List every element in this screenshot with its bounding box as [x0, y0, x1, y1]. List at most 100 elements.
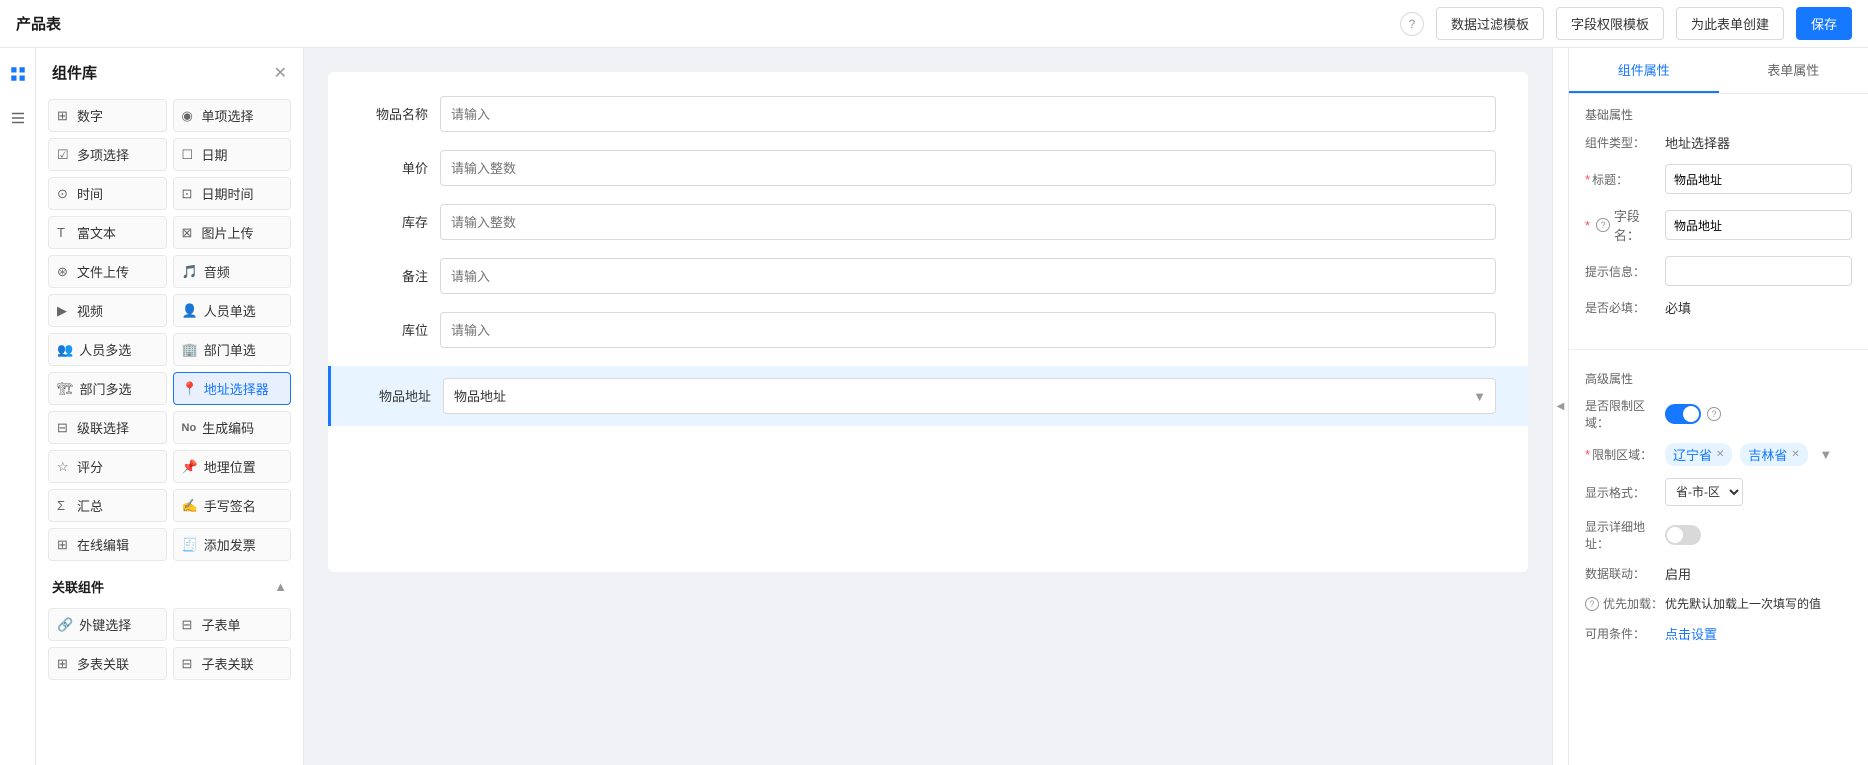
panel-row-title: *标题：	[1585, 164, 1852, 194]
component-online-edit-label: 在线编辑	[77, 535, 129, 554]
filter-template-button[interactable]: 数据过滤模板	[1436, 7, 1544, 40]
priority-load-label-wrapper: ? 优先加载：	[1585, 595, 1665, 612]
component-rich-text-label: 富文本	[77, 223, 116, 242]
tag-liaoning-text: 辽宁省	[1673, 445, 1712, 464]
component-person-multi[interactable]: 👥 人员多选	[48, 333, 167, 366]
component-dept-multi[interactable]: 🏗 部门多选	[48, 372, 167, 405]
priority-load-value: 优先默认加载上一次填写的值	[1665, 595, 1852, 612]
display-format-select[interactable]: 省-市-区	[1665, 478, 1743, 506]
component-image-upload[interactable]: ⊠ 图片上传	[173, 216, 292, 249]
show-detail-label: 显示详细地址：	[1585, 518, 1665, 552]
component-audio[interactable]: 🎵 音频	[173, 255, 292, 288]
component-foreign-key[interactable]: 🔗 外键选择	[48, 608, 167, 641]
address-select[interactable]: 物品地址	[443, 378, 1496, 414]
component-multi-table[interactable]: ⊞ 多表关联	[48, 647, 167, 680]
audio-icon: 🎵	[182, 264, 198, 280]
address-select-wrapper: 物品地址 ▼	[443, 378, 1496, 414]
component-person-single[interactable]: 👤 人员单选	[173, 294, 292, 327]
show-detail-toggle[interactable]	[1665, 525, 1701, 545]
component-signature[interactable]: ✍ 手写签名	[173, 489, 292, 522]
component-video[interactable]: ▶ 视频	[48, 294, 167, 327]
condition-link[interactable]: 点击设置	[1665, 624, 1717, 643]
input-location[interactable]	[440, 312, 1496, 348]
restrict-region-tags-container: 辽宁省 ✕ 吉林省 ✕ ▼	[1665, 443, 1852, 466]
multi-select-icon: ☑	[57, 147, 71, 163]
related-section-title: 关联组件	[52, 577, 104, 596]
panel-toggle-handle[interactable]: ◀	[1552, 48, 1568, 765]
title-label: *标题：	[1585, 171, 1665, 188]
component-multi-select[interactable]: ☑ 多项选择	[48, 138, 167, 171]
component-sidebar: 组件库 ✕ ⊞ 数字 ◉ 单项选择 ☑ 多项选择 ☐ 日期 ⊙ 时间	[36, 48, 304, 765]
component-number[interactable]: ⊞ 数字	[48, 99, 167, 132]
priority-load-help-icon[interactable]: ?	[1585, 597, 1599, 611]
component-file-upload[interactable]: ⊛ 文件上传	[48, 255, 167, 288]
component-gen-code[interactable]: No 生成编码	[173, 411, 292, 444]
component-online-edit[interactable]: ⊞ 在线编辑	[48, 528, 167, 561]
restrict-region-help-icon[interactable]: ?	[1707, 407, 1721, 421]
component-date[interactable]: ☐ 日期	[173, 138, 292, 171]
related-collapse-icon[interactable]: ▲	[274, 579, 287, 594]
component-rich-text[interactable]: T 富文本	[48, 216, 167, 249]
input-name[interactable]	[440, 96, 1496, 132]
tag-jilin-close[interactable]: ✕	[1791, 449, 1799, 460]
input-remark[interactable]	[440, 258, 1496, 294]
hint-input[interactable]	[1665, 256, 1852, 286]
component-grid: ⊞ 数字 ◉ 单项选择 ☑ 多项选择 ☐ 日期 ⊙ 时间 ⊡ 日期时间	[36, 93, 303, 567]
component-sub-form[interactable]: ⊟ 子表单	[173, 608, 292, 641]
component-single-select[interactable]: ◉ 单项选择	[173, 99, 292, 132]
component-time[interactable]: ⊙ 时间	[48, 177, 167, 210]
input-stock[interactable]	[440, 204, 1496, 240]
help-button[interactable]: ?	[1400, 12, 1424, 36]
title-input[interactable]	[1665, 164, 1852, 194]
dept-single-icon: 🏢	[182, 342, 198, 358]
save-button[interactable]: 保存	[1796, 7, 1852, 40]
component-address[interactable]: 📍 地址选择器	[173, 372, 292, 405]
component-rating-label: 评分	[77, 457, 103, 476]
component-datetime[interactable]: ⊡ 日期时间	[173, 177, 292, 210]
data-linkage-value: 启用	[1665, 564, 1852, 583]
field-perm-button[interactable]: 字段权限模板	[1556, 7, 1664, 40]
component-foreign-key-label: 外键选择	[79, 615, 131, 634]
component-sub-relation-label: 子表关联	[202, 654, 254, 673]
data-icon-btn[interactable]	[4, 104, 32, 132]
form-area: 物品名称 单价 库存 备注 库位	[304, 48, 1552, 765]
tab-form-props[interactable]: 表单属性	[1719, 48, 1868, 93]
component-summary[interactable]: Σ 汇总	[48, 489, 167, 522]
component-dept-single[interactable]: 🏢 部门单选	[173, 333, 292, 366]
time-icon: ⊙	[57, 186, 71, 202]
create-form-button[interactable]: 为此表单创建	[1676, 7, 1784, 40]
tag-liaoning-close[interactable]: ✕	[1716, 449, 1724, 460]
components-icon-btn[interactable]	[4, 60, 32, 88]
tab-component-props[interactable]: 组件属性	[1569, 48, 1719, 93]
form-row-stock: 库存	[360, 204, 1496, 240]
component-single-select-label: 单项选择	[202, 106, 254, 125]
component-sub-relation[interactable]: ⊟ 子表关联	[173, 647, 292, 680]
panel-row-component-type: 组件类型： 地址选择器	[1585, 133, 1852, 152]
tags-collapse-arrow[interactable]: ▼	[1816, 445, 1836, 465]
restrict-region-label: 是否限制区域：	[1585, 397, 1665, 431]
component-geo[interactable]: 📌 地理位置	[173, 450, 292, 483]
gen-code-icon: No	[182, 422, 197, 434]
component-invoice[interactable]: 🧾 添加发票	[173, 528, 292, 561]
person-multi-icon: 👥	[57, 342, 73, 358]
display-format-label: 显示格式：	[1585, 484, 1665, 501]
display-format-wrapper: 省-市-区	[1665, 478, 1852, 506]
panel-row-restrict-region-tags: *限制区域： 辽宁省 ✕ 吉林省 ✕ ▼	[1585, 443, 1852, 466]
panel-row-priority-load: ? 优先加载： 优先默认加载上一次填写的值	[1585, 595, 1852, 612]
rich-text-icon: T	[57, 225, 71, 240]
field-name-input[interactable]	[1665, 210, 1852, 240]
form-row-price: 单价	[360, 150, 1496, 186]
input-price[interactable]	[440, 150, 1496, 186]
field-name-help-icon[interactable]: ?	[1596, 218, 1610, 232]
sidebar-close-button[interactable]: ✕	[274, 63, 287, 83]
advanced-section-title: 高级属性	[1585, 370, 1852, 387]
dept-multi-icon: 🏗	[57, 381, 74, 397]
component-video-label: 视频	[77, 301, 103, 320]
component-image-upload-label: 图片上传	[202, 223, 254, 242]
component-summary-label: 汇总	[77, 496, 103, 515]
panel-row-hint: 提示信息：	[1585, 256, 1852, 286]
component-cascade[interactable]: ⊟ 级联选择	[48, 411, 167, 444]
restrict-region-toggle[interactable]	[1665, 404, 1701, 424]
panel-row-data-linkage: 数据联动： 启用	[1585, 564, 1852, 583]
component-rating[interactable]: ☆ 评分	[48, 450, 167, 483]
